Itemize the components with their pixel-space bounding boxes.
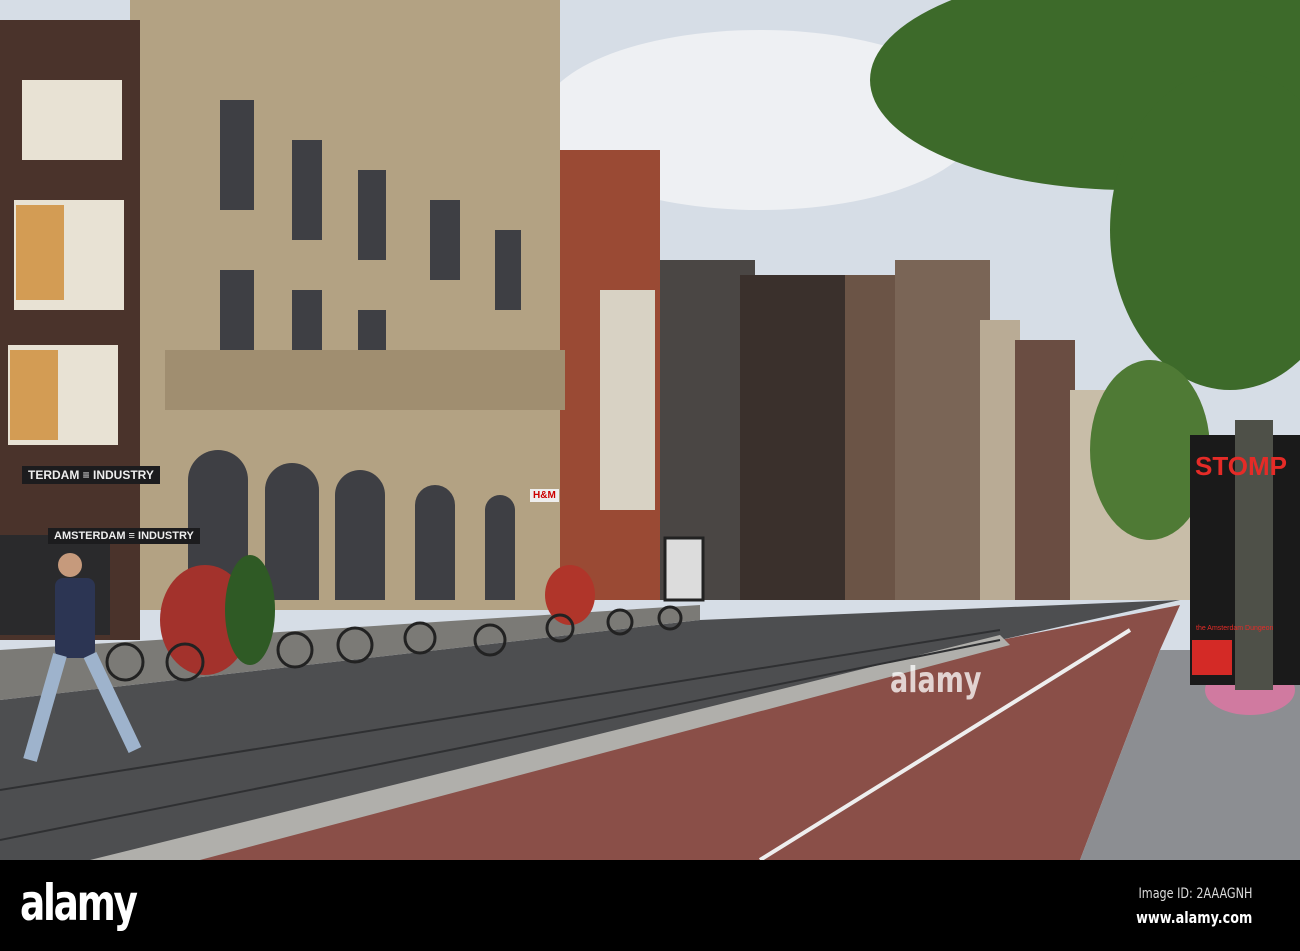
poster-subtitle: the Amsterdam Dungeon [1196,625,1274,632]
street-photo: STOMP the Amsterdam Dungeon TERDAM ≡ IND… [0,0,1300,862]
alamy-logo: alamy [20,874,138,932]
store-brand-sign: H&M [530,489,559,502]
watermark-bar: alamy Image ID: 2AAAGNH www.alamy.com [0,860,1300,951]
image-id: Image ID: 2AAAGNH [1138,886,1252,902]
shop-awning-sign: AMSTERDAM ≡ INDUSTRY [48,528,200,544]
watermark-overlay: alamy [890,660,982,701]
alamy-url: www.alamy.com [1135,908,1252,927]
shop-sign-upper: TERDAM ≡ INDUSTRY [22,466,160,484]
street-scene: STOMP the Amsterdam Dungeon [0,0,1300,862]
poster-title: STOMP [1195,451,1287,481]
